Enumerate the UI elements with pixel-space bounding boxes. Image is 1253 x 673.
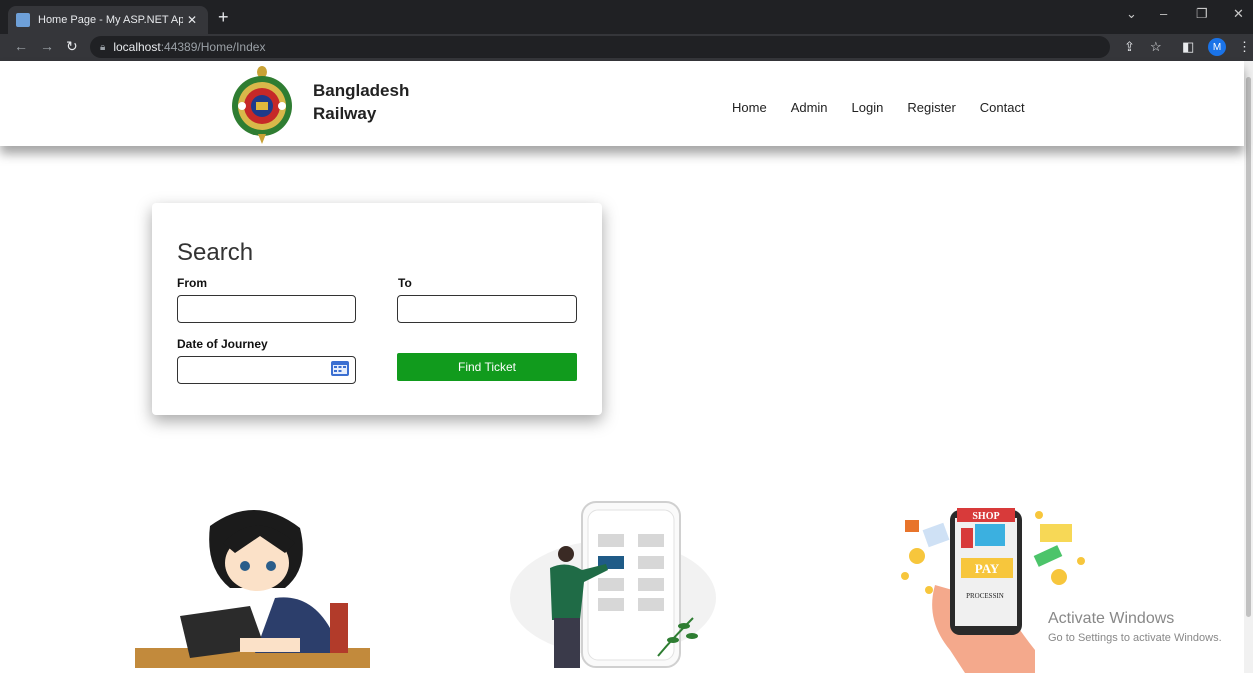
bookmark-star-icon[interactable]: ☆ — [1150, 39, 1162, 55]
search-card: Search From To Date of Journey Find Tick… — [152, 203, 602, 415]
nav-login[interactable]: Login — [852, 100, 884, 115]
from-label: From — [177, 276, 207, 290]
browser-tab[interactable]: Home Page - My ASP.NET Applic ✕ — [8, 6, 208, 34]
watermark-title: Activate Windows — [1048, 610, 1175, 627]
minimize-icon[interactable]: – — [1160, 6, 1167, 21]
share-icon[interactable]: ⇪ — [1124, 39, 1135, 55]
person-booking-on-tablet-illustration — [510, 501, 716, 668]
new-tab-icon[interactable]: + — [218, 8, 229, 26]
activate-windows-watermark: Activate Windows Go to Settings to activ… — [1048, 610, 1222, 644]
page-scrollbar[interactable] — [1244, 61, 1253, 673]
url-field[interactable]: 🔒︎ localhost:44389/Home/Index — [90, 36, 1110, 58]
nav-admin[interactable]: Admin — [791, 100, 828, 115]
processing-text: PROCESSIN — [966, 592, 1004, 600]
brand-line-1: Bangladesh — [313, 81, 410, 100]
date-label: Date of Journey — [177, 337, 268, 351]
tab-title: Home Page - My ASP.NET Applic — [38, 14, 183, 26]
page-favicon-icon — [16, 13, 30, 27]
back-icon[interactable]: ← — [14, 38, 28, 54]
railway-logo-icon — [232, 66, 292, 144]
shop-sign: SHOP — [972, 511, 999, 522]
person-with-laptop-illustration — [135, 509, 370, 668]
side-panel-icon[interactable]: ◧ — [1182, 39, 1194, 55]
mobile-payment-illustration: SHOP PAY PROCESSIN — [901, 508, 1085, 673]
main-nav: Home Admin Login Register Contact — [732, 100, 1025, 115]
close-tab-icon[interactable]: ✕ — [187, 13, 197, 27]
site-header: Bangladesh Railway Home Admin Login Regi… — [0, 61, 1244, 146]
browser-tab-bar: Home Page - My ASP.NET Applic ✕ + ⌄ – ❐ … — [0, 0, 1253, 34]
brand-line-2: Railway — [313, 104, 377, 123]
menu-kebab-icon[interactable]: ⋮ — [1238, 39, 1251, 55]
url-host: localhost — [113, 40, 161, 54]
scroll-thumb[interactable] — [1246, 77, 1251, 617]
close-window-icon[interactable]: ✕ — [1233, 6, 1244, 22]
maximize-icon[interactable]: ❐ — [1196, 6, 1208, 22]
from-input[interactable] — [177, 295, 356, 323]
profile-avatar[interactable]: M — [1208, 38, 1226, 56]
url-path: :44389/Home/Index — [160, 40, 266, 54]
lock-icon: 🔒︎ — [100, 41, 106, 53]
nav-contact[interactable]: Contact — [980, 100, 1025, 115]
tab-search-icon[interactable]: ⌄ — [1126, 6, 1137, 22]
reload-icon[interactable]: ↻ — [66, 38, 78, 55]
nav-home[interactable]: Home — [732, 100, 767, 115]
address-bar: ← → ↻ 🔒︎ localhost:44389/Home/Index ⇪ ☆ … — [0, 34, 1253, 61]
find-ticket-button[interactable]: Find Ticket — [397, 353, 577, 381]
forward-icon[interactable]: → — [40, 38, 54, 54]
nav-register[interactable]: Register — [907, 100, 955, 115]
pay-sign: PAY — [975, 561, 1000, 576]
search-title: Search — [177, 239, 254, 266]
to-input[interactable] — [397, 295, 577, 323]
calendar-icon[interactable] — [330, 359, 350, 377]
to-label: To — [398, 276, 412, 290]
watermark-subtitle: Go to Settings to activate Windows. — [1048, 632, 1222, 644]
brand-name[interactable]: Bangladesh Railway — [313, 79, 409, 125]
